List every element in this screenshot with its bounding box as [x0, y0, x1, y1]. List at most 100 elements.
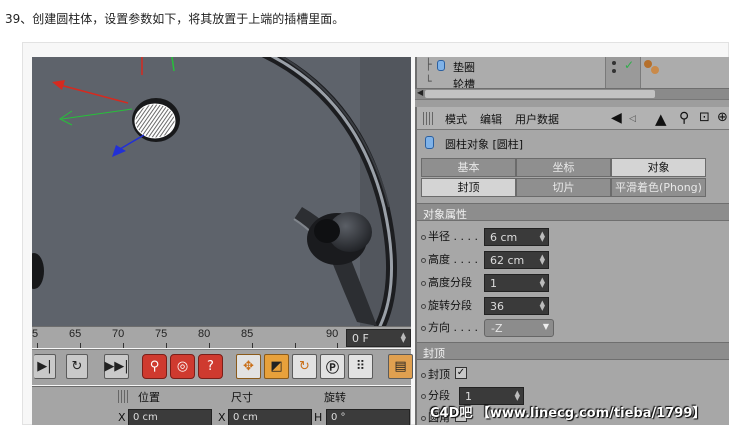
tick-mark: [337, 343, 338, 348]
tick-mark: [295, 343, 296, 348]
section-caps[interactable]: 封顶: [417, 342, 729, 360]
tick-mark: [209, 343, 210, 348]
move-icon: ✥: [243, 359, 254, 374]
animate-dot-icon[interactable]: [421, 372, 426, 378]
tab-object[interactable]: 对象: [611, 158, 706, 177]
orientation-select[interactable]: -Z ▼: [484, 319, 554, 337]
record-keys-button[interactable]: ⚲: [142, 354, 167, 379]
current-frame-field[interactable]: 0 F ▲ ▼: [346, 329, 411, 347]
move-key-button[interactable]: ✥: [236, 354, 261, 379]
param-orientation: 方向 . . . . -Z ▼: [421, 319, 554, 339]
radius-input[interactable]: 6 cm ▲ ▼: [484, 228, 549, 246]
timeline-tick: 65: [69, 328, 82, 340]
position-x-field[interactable]: 0 cm: [128, 409, 212, 425]
loop-icon: ↻: [71, 359, 83, 374]
coord-label: X: [218, 411, 226, 424]
rotation-segments-value: 36: [490, 300, 504, 313]
caps-checkbox[interactable]: ✓: [455, 367, 467, 379]
pla-key-button[interactable]: ⠿: [348, 354, 373, 379]
attribute-manager: 模式 编辑 用户数据 ◀ ◁ ▲ ⚲ ⊡ ⊕ 圆柱对象 [圆柱] 基本 坐标 对…: [415, 107, 729, 425]
animate-dot-icon[interactable]: [421, 234, 426, 240]
play-forward-button[interactable]: ▶|: [34, 354, 56, 379]
param-caps: 封顶 ✓: [421, 366, 467, 386]
cursor-arrow-icon[interactable]: ▲: [655, 110, 667, 128]
material-tag-icon[interactable]: [643, 59, 661, 77]
visibility-flags[interactable]: ✓: [605, 57, 641, 88]
spinner-icon[interactable]: ▲ ▼: [540, 300, 545, 312]
new-panel-icon[interactable]: ⊕: [717, 110, 728, 125]
render-visibility-dot[interactable]: [612, 69, 616, 73]
object-name: 轮槽: [453, 78, 475, 88]
lock-icon[interactable]: ⊡: [699, 110, 710, 125]
scale-icon: ◩: [270, 359, 283, 374]
spinner-icon[interactable]: ▲ ▼: [540, 231, 545, 243]
param-label: 高度: [428, 253, 450, 266]
timeline-tick: 75: [155, 328, 168, 340]
coordinate-manager: 位置 尺寸 旋转 X 0 cm X 0 cm H 0 °: [32, 386, 411, 425]
scale-key-button[interactable]: ◩: [264, 354, 289, 379]
param-dots: . . . .: [450, 230, 478, 243]
menu-user-data[interactable]: 用户数据: [515, 111, 559, 127]
tab-slice[interactable]: 切片: [516, 178, 611, 197]
film-button[interactable]: ▤: [388, 354, 413, 379]
viewport-3d[interactable]: [32, 57, 411, 326]
object-row[interactable]: └ 轮槽: [417, 75, 729, 88]
param-height-segments: 高度分段 1 ▲ ▼: [421, 274, 549, 294]
cylinder-icon: [425, 136, 434, 149]
height-segments-value: 1: [490, 277, 497, 290]
tab-basic[interactable]: 基本: [421, 158, 516, 177]
panel-divider[interactable]: [415, 99, 729, 107]
editor-visibility-dot[interactable]: [612, 61, 616, 65]
param-icon: Ⓟ: [325, 361, 339, 376]
object-manager: ├ 垫圈 └ 轮槽 ✓: [415, 57, 729, 88]
section-object-properties[interactable]: 对象属性: [417, 203, 729, 221]
loop-button[interactable]: ↻: [66, 354, 88, 379]
animation-toolbar: ▶| ↻ ▶▶| ⚲ ◎ ? ✥ ◩ ↻ Ⓟ ⠿ ▤: [32, 349, 413, 385]
key-help-button[interactable]: ?: [198, 354, 223, 379]
tab-coordinates[interactable]: 坐标: [516, 158, 611, 177]
scroll-left-icon[interactable]: ◀: [417, 88, 423, 97]
forward-arrow-icon[interactable]: ◁: [629, 114, 636, 124]
param-key-button[interactable]: Ⓟ: [320, 354, 345, 379]
height-segments-input[interactable]: 1 ▲ ▼: [484, 274, 549, 292]
animate-dot-icon[interactable]: [421, 280, 426, 286]
object-row[interactable]: ├ 垫圈: [417, 58, 729, 74]
goto-end-button[interactable]: ▶▶|: [104, 354, 129, 379]
rotation-h-field[interactable]: 0 °: [326, 409, 410, 425]
spinner-icon[interactable]: ▲ ▼: [515, 390, 520, 402]
checkmark-icon[interactable]: ✓: [624, 58, 634, 72]
search-icon[interactable]: ⚲: [679, 110, 689, 126]
horizontal-scrollbar[interactable]: ◀: [415, 88, 729, 99]
spinner-icon[interactable]: ▲ ▼: [540, 277, 545, 289]
animate-dot-icon[interactable]: [421, 325, 426, 331]
animate-dot-icon[interactable]: [421, 415, 426, 421]
question-icon: ?: [207, 359, 214, 374]
cylinder-icon: [437, 60, 445, 71]
film-icon: ▤: [394, 359, 407, 374]
watermark: C4D吧 【www.linecg.com/tieba/1799】: [430, 406, 706, 421]
coord-label: X: [118, 411, 126, 424]
attribute-menu-bar: 模式 编辑 用户数据 ◀ ◁ ▲ ⚲ ⊡ ⊕: [417, 107, 729, 130]
animate-dot-icon[interactable]: [421, 393, 426, 399]
animate-dot-icon[interactable]: [421, 257, 426, 263]
tick-mark: [37, 343, 38, 348]
spinner-icon[interactable]: ▲ ▼: [540, 254, 545, 266]
menu-edit[interactable]: 编辑: [480, 111, 502, 127]
rotation-segments-input[interactable]: 36 ▲ ▼: [484, 297, 549, 315]
timeline-tick: 80: [198, 328, 211, 340]
tab-caps[interactable]: 封顶: [421, 178, 516, 197]
spinner-icon[interactable]: ▲ ▼: [401, 332, 406, 344]
current-frame-value: 0 F: [352, 332, 369, 345]
rotate-icon: ↻: [299, 359, 310, 374]
tab-phong[interactable]: 平滑着色(Phong): [611, 178, 706, 197]
autokey-button[interactable]: ◎: [170, 354, 195, 379]
height-input[interactable]: 62 cm ▲ ▼: [484, 251, 549, 269]
orientation-value: -Z: [491, 322, 503, 335]
size-x-field[interactable]: 0 cm: [228, 409, 312, 425]
back-arrow-icon[interactable]: ◀: [611, 110, 622, 126]
rotate-key-button[interactable]: ↻: [292, 354, 317, 379]
scrollbar-thumb[interactable]: [425, 90, 655, 98]
viewport-scene: [32, 57, 411, 326]
menu-mode[interactable]: 模式: [445, 111, 467, 127]
animate-dot-icon[interactable]: [421, 303, 426, 309]
